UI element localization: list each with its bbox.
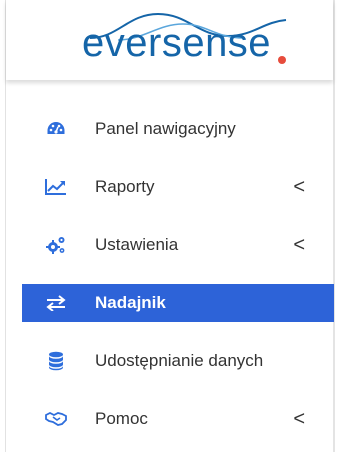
dashboard-gauge-icon (45, 118, 67, 140)
sidebar-item-label: Panel nawigacyjny (95, 119, 236, 138)
chart-line-icon (45, 176, 67, 198)
sidebar-nav: Panel nawigacyjny Raporty < Ustawienia <… (22, 110, 334, 458)
cogs-icon (45, 234, 67, 256)
logo-text-rest: versense (104, 21, 272, 65)
chevron-left-icon[interactable]: < (293, 400, 305, 438)
logo-dot (278, 56, 286, 64)
sidebar-item-label: Raporty (95, 177, 155, 196)
exchange-arrows-icon (45, 292, 67, 314)
sidebar-item-label: Pomoc (95, 409, 148, 428)
sidebar-item-panel-nawigacyjny[interactable]: Panel nawigacyjny (22, 110, 334, 148)
sidebar-item-ustawienia[interactable]: Ustawienia < (22, 226, 334, 264)
logo-header[interactable]: eversense (6, 0, 333, 80)
handshake-icon (45, 408, 67, 430)
sidebar-panel: eversense Panel nawigacyjny Raporty < Us… (0, 0, 337, 452)
sidebar-item-pomoc[interactable]: Pomoc < (22, 400, 334, 438)
logo-wordmark: eversense (82, 18, 271, 68)
database-icon (45, 350, 67, 372)
chevron-left-icon[interactable]: < (293, 168, 305, 206)
logo-text-first: e (82, 21, 105, 65)
chevron-left-icon[interactable]: < (293, 226, 305, 264)
sidebar-item-raporty[interactable]: Raporty < (22, 168, 334, 206)
sidebar-item-nadajnik[interactable]: Nadajnik (22, 284, 334, 322)
sidebar-item-label: Ustawienia (95, 235, 179, 254)
sidebar-item-udostepnianie-danych[interactable]: Udostępnianie danych (22, 342, 334, 380)
sidebar-item-label: Nadajnik (95, 293, 166, 312)
sidebar-item-label: Udostępnianie danych (95, 351, 264, 370)
